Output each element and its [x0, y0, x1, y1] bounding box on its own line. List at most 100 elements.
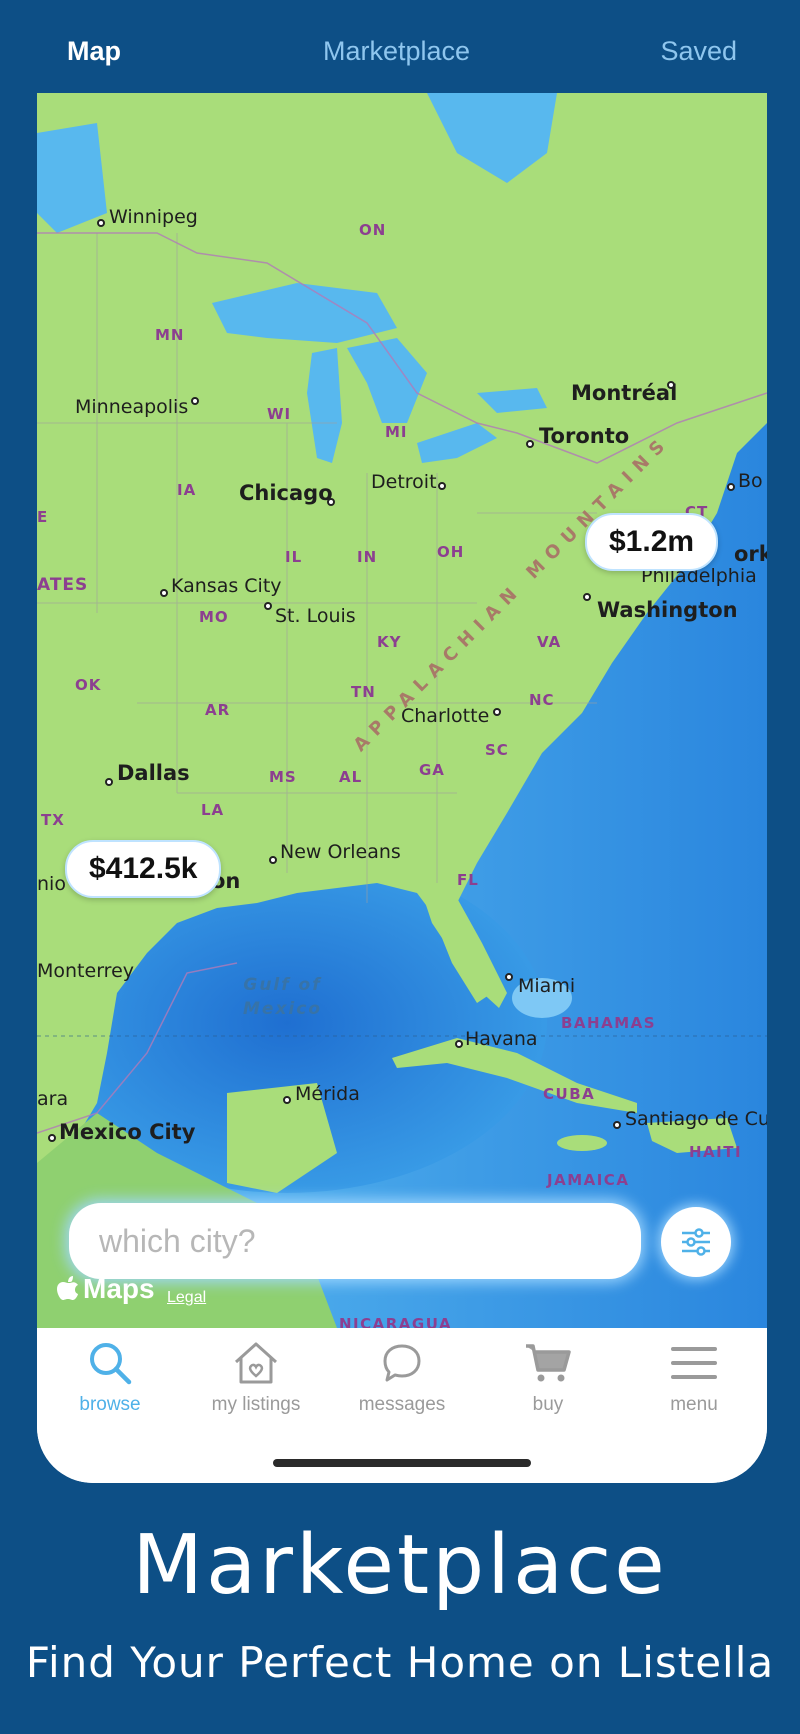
- state-label-mi: MI: [385, 423, 408, 441]
- city-dot: [493, 708, 501, 716]
- phone-frame: Map Marketplace Saved ON MN WI MI IA IL …: [37, 0, 767, 1483]
- city-dot: [97, 219, 105, 227]
- city-dot: [160, 589, 168, 597]
- state-label-ia: IA: [177, 481, 197, 499]
- state-label-va: VA: [537, 633, 562, 651]
- state-label-tx: TX: [41, 811, 65, 829]
- tab-label-messages: messages: [358, 1394, 446, 1415]
- sea-label-line2: Mexico: [243, 999, 322, 1019]
- city-dot: [583, 593, 591, 601]
- state-label-fl: FL: [457, 871, 479, 889]
- city-label-new-orleans: New Orleans: [280, 841, 401, 863]
- tab-menu[interactable]: menu: [621, 1340, 767, 1416]
- tab-messages[interactable]: messages: [329, 1340, 475, 1416]
- city-dot: [327, 498, 335, 506]
- city-label-detroit: Detroit: [371, 471, 437, 493]
- state-label-oh: OH: [437, 543, 465, 561]
- tab-saved[interactable]: Saved: [660, 36, 737, 67]
- state-label-e: E: [37, 508, 49, 526]
- city-dot: [191, 397, 199, 405]
- price-pin-1-2m[interactable]: $1.2m: [585, 513, 719, 571]
- tab-marketplace[interactable]: Marketplace: [323, 36, 470, 67]
- state-label-ar: AR: [205, 701, 231, 719]
- city-label-chicago: Chicago: [239, 481, 333, 505]
- state-label-sc: SC: [485, 741, 509, 759]
- city-label-havana: Havana: [465, 1028, 538, 1050]
- city-search-bar: [69, 1203, 641, 1279]
- tab-browse[interactable]: browse: [37, 1340, 183, 1416]
- city-dot: [264, 602, 272, 610]
- tab-label-menu: menu: [670, 1394, 718, 1415]
- legal-link[interactable]: Legal: [167, 1289, 206, 1307]
- city-label-boston: Bo: [738, 470, 763, 492]
- city-dot: [667, 381, 675, 389]
- search-icon: [90, 1343, 132, 1385]
- city-label-minneapolis: Minneapolis: [75, 396, 189, 418]
- city-search-input[interactable]: [69, 1203, 641, 1279]
- city-label-san-antonio: nio: [37, 873, 66, 895]
- state-label-la: LA: [201, 801, 225, 819]
- state-label-on: ON: [359, 221, 387, 239]
- tab-label-browse: browse: [79, 1394, 141, 1415]
- sea-label-line1: Gulf of: [243, 975, 322, 995]
- state-label-tn: TN: [351, 683, 376, 701]
- tab-map[interactable]: Map: [67, 36, 121, 67]
- city-dot: [269, 856, 277, 864]
- state-label-ga: GA: [419, 761, 445, 779]
- city-label-torreon: ara: [37, 1088, 69, 1110]
- tab-buy[interactable]: buy: [475, 1340, 621, 1416]
- city-dot: [505, 973, 513, 981]
- city-label-merida: Mérida: [295, 1083, 360, 1105]
- country-label-cuba: CUBA: [543, 1085, 596, 1103]
- city-label-kansas-city: Kansas City: [171, 575, 282, 597]
- state-label-mo: MO: [199, 608, 229, 626]
- state-label-mn: MN: [155, 326, 185, 344]
- tab-label-buy: buy: [532, 1394, 564, 1415]
- state-label-ms: MS: [269, 768, 297, 786]
- chat-bubble-icon: [383, 1344, 421, 1382]
- top-navigation: Map Marketplace Saved: [37, 0, 767, 93]
- city-dot: [613, 1121, 621, 1129]
- state-label-al: AL: [339, 768, 363, 786]
- map-view[interactable]: ON MN WI MI IA IL IN OH MO KY VA OK AR T…: [37, 93, 767, 1328]
- filter-button[interactable]: [661, 1207, 731, 1277]
- city-dot: [283, 1096, 291, 1104]
- sliders-icon: [682, 1228, 710, 1256]
- tab-my-listings[interactable]: my listings: [183, 1340, 329, 1416]
- city-dot: [455, 1040, 463, 1048]
- price-pin-412-5k[interactable]: $412.5k: [65, 840, 222, 898]
- state-label-ky: KY: [377, 633, 402, 651]
- country-label-jamaica: JAMAICA: [547, 1171, 630, 1189]
- city-label-monterrey: Monterrey: [37, 960, 135, 982]
- country-label-haiti: HAITI: [689, 1143, 743, 1161]
- cart-icon: [526, 1344, 571, 1382]
- tab-label-my-listings: my listings: [211, 1394, 301, 1415]
- state-label-nc: NC: [529, 691, 555, 709]
- state-label-wi: WI: [267, 405, 292, 423]
- city-dot: [105, 778, 113, 786]
- home-indicator[interactable]: [273, 1459, 531, 1467]
- city-dot: [438, 482, 446, 490]
- apple-icon: [57, 1276, 78, 1300]
- city-label-miami: Miami: [518, 975, 576, 997]
- country-label-nicaragua: NICARAGUA: [339, 1315, 453, 1328]
- maps-wordmark: Maps: [83, 1273, 155, 1304]
- city-label-dallas: Dallas: [117, 761, 190, 785]
- city-label-charlotte: Charlotte: [401, 705, 490, 727]
- city-label-washington: Washington: [597, 598, 738, 622]
- city-label-santiago: Santiago de Cu: [625, 1108, 767, 1130]
- house-heart-icon: [234, 1342, 278, 1384]
- city-label-mexico-city: Mexico City: [59, 1120, 196, 1144]
- promo-subtitle: Find Your Perfect Home on Listella: [25, 1638, 775, 1687]
- state-label-il: IL: [285, 548, 303, 566]
- city-dot: [48, 1134, 56, 1142]
- apple-maps-logo: Maps: [57, 1273, 155, 1305]
- city-label-montreal: Montréal: [571, 381, 678, 405]
- city-label-st-louis: St. Louis: [275, 605, 356, 627]
- city-label-winnipeg: Winnipeg: [109, 206, 198, 228]
- city-label-toronto: Toronto: [539, 424, 630, 448]
- hamburger-icon: [671, 1347, 717, 1379]
- city-label-new-york: ork: [734, 542, 767, 566]
- country-label-bahamas: BAHAMAS: [561, 1014, 657, 1032]
- country-label-united-states: ATES: [37, 575, 89, 595]
